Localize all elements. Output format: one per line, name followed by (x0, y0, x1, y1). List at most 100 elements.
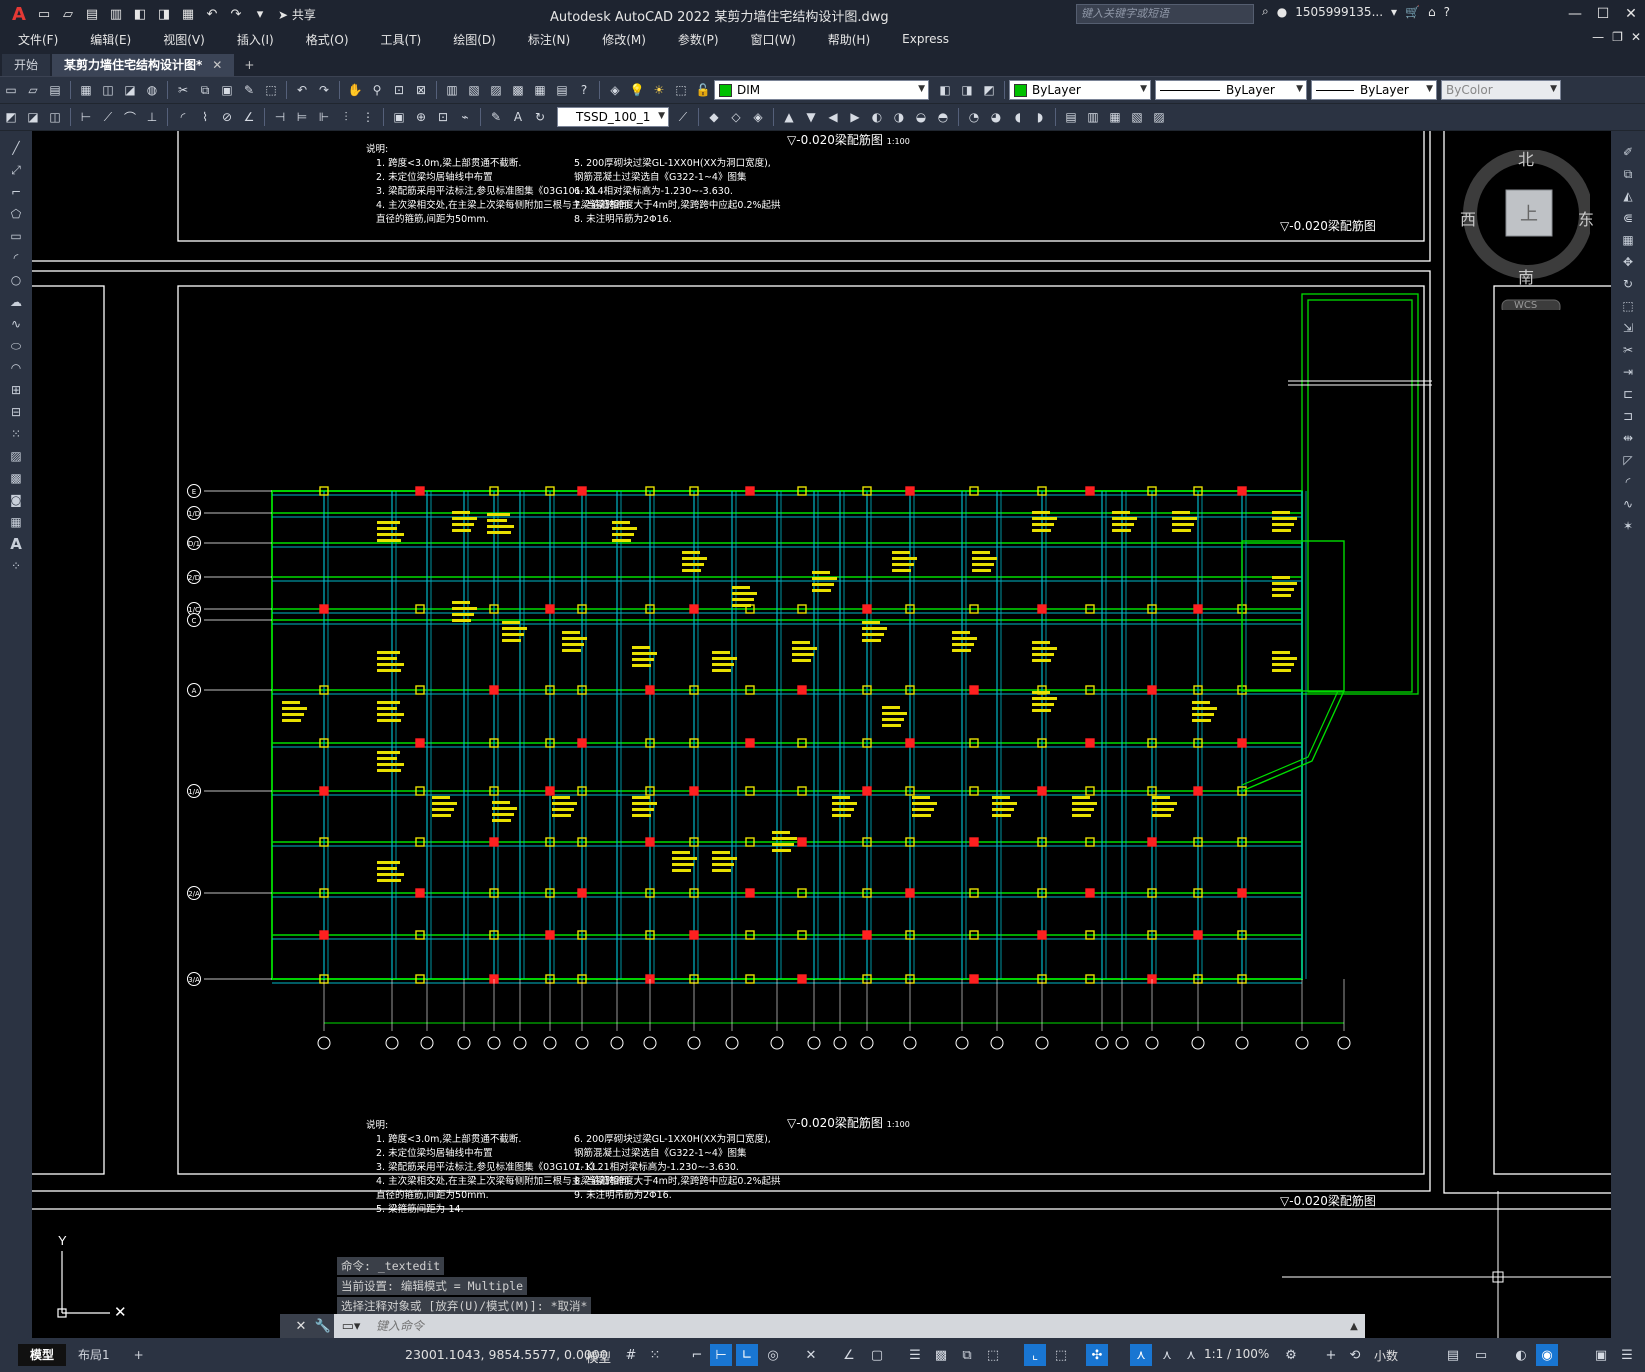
doc-restore-icon[interactable]: ❐ (1612, 30, 1623, 44)
angular-dim-icon[interactable]: ∠ (239, 107, 259, 127)
command-history-arrow-icon[interactable]: ▲ (1343, 1314, 1365, 1338)
ellipse-arc-icon[interactable]: ◠ (6, 359, 26, 377)
publish-icon[interactable]: ◪ (120, 80, 140, 100)
user-dropdown-icon[interactable]: ▾ (1391, 5, 1397, 19)
minimize-icon[interactable]: — (1561, 0, 1589, 28)
viewcube-east[interactable]: 东 (1578, 206, 1594, 230)
layer-on-icon[interactable]: 💡 (627, 80, 647, 100)
plotstyle-dropdown[interactable]: ByColor ▼ (1441, 80, 1561, 100)
help-icon[interactable]: ? (1444, 5, 1450, 19)
region-icon[interactable]: ◙ (6, 491, 26, 509)
dynamic-ucs-icon[interactable]: ⌞ (1024, 1344, 1046, 1366)
linetype-dropdown[interactable]: ByLayer ▼ (1155, 80, 1307, 100)
cut-icon[interactable]: ✂ (173, 80, 193, 100)
viewcube-west[interactable]: 西 (1460, 206, 1476, 230)
tab-layout1[interactable]: 布局1 (66, 1344, 122, 1366)
mesh-tool-icon[interactable]: ▨ (1149, 107, 1169, 127)
otrack-icon[interactable]: ∠ (838, 1344, 860, 1366)
circle-icon[interactable]: ○ (6, 271, 26, 289)
selection-cycling-icon[interactable]: ⧉ (956, 1344, 978, 1366)
viewcube-wcs[interactable]: WCS (1514, 300, 1537, 311)
layer-vp-icon[interactable]: ⬚ (671, 80, 691, 100)
command-input[interactable] (368, 1314, 1343, 1338)
polyline-icon[interactable]: ⌐ (6, 183, 26, 201)
menu-draw[interactable]: 绘图(D) (435, 31, 510, 48)
tab-active-document[interactable]: 某剪力墙住宅结构设计图* ✕ (52, 54, 235, 76)
close-icon[interactable]: ✕ (1617, 0, 1645, 28)
fillet-icon[interactable]: ◜ (1618, 473, 1638, 491)
offset-icon[interactable]: ⋐ (1618, 209, 1638, 227)
3d-osnap-icon[interactable]: ⬚ (982, 1344, 1004, 1366)
dim-break-icon[interactable]: ⋮ (358, 107, 378, 127)
arc-length-icon[interactable]: ⌒ (120, 107, 140, 127)
viewcube-south[interactable]: 南 (1518, 264, 1534, 288)
layer-freeze-icon[interactable]: ☀ (649, 80, 669, 100)
inspection-icon[interactable]: ⊡ (433, 107, 453, 127)
undo-icon[interactable]: ↶ (292, 80, 312, 100)
solid-tool-icon[interactable]: ◓ (933, 107, 953, 127)
solid-tool-icon[interactable]: ▲ (779, 107, 799, 127)
zoom-realtime-icon[interactable]: ⚲ (367, 80, 387, 100)
matchprop-icon[interactable]: ✎ (239, 80, 259, 100)
surface-tool-icon[interactable]: ◕ (986, 107, 1006, 127)
dim-style-icon[interactable]: ⟋ (673, 107, 693, 127)
help-icon[interactable]: ? (574, 80, 594, 100)
solid-tool-icon[interactable]: ▼ (801, 107, 821, 127)
tool-palette-icon[interactable]: ▨ (486, 80, 506, 100)
viewcube-top-face[interactable]: 上 (1520, 200, 1538, 226)
point-icon[interactable]: ⁙ (6, 425, 26, 443)
gizmo-icon[interactable]: ✣ (1086, 1344, 1108, 1366)
tolerance-icon[interactable]: ▣ (389, 107, 409, 127)
table-icon[interactable]: ▦ (6, 513, 26, 531)
solid-tool-icon[interactable]: ◒ (911, 107, 931, 127)
layer-dropdown[interactable]: DIM ▼ (714, 80, 929, 100)
tssd-tool-icon[interactable]: ◫ (45, 107, 65, 127)
auto-scale-icon[interactable]: ⋏ (1156, 1344, 1178, 1366)
add-layout-button[interactable]: + (122, 1344, 156, 1366)
lineweight-icon[interactable]: ☰ (904, 1344, 926, 1366)
maximize-icon[interactable]: ☐ (1589, 0, 1617, 28)
menu-file[interactable]: 文件(F) (0, 31, 72, 48)
dim-space-icon[interactable]: ⫶ (336, 107, 356, 127)
erase-icon[interactable]: ✐ (1618, 143, 1638, 161)
center-mark-icon[interactable]: ⊕ (411, 107, 431, 127)
customize-status-icon[interactable]: ☰ (1616, 1344, 1638, 1366)
chamfer-icon[interactable]: ◸ (1618, 451, 1638, 469)
autocad-logo-icon[interactable]: A (6, 2, 32, 26)
menu-modify[interactable]: 修改(M) (584, 31, 660, 48)
tssd-tool-icon[interactable]: ◪ (23, 107, 43, 127)
rectangle-icon[interactable]: ▭ (6, 227, 26, 245)
dim-edit-icon[interactable]: ✎ (486, 107, 506, 127)
search-input[interactable]: 键入关键字或短语 (1076, 4, 1254, 24)
revcloud-icon[interactable]: ☁ (6, 293, 26, 311)
plot-icon[interactable]: ▦ (76, 80, 96, 100)
preview-icon[interactable]: ◫ (98, 80, 118, 100)
menu-insert[interactable]: 插入(I) (219, 31, 288, 48)
ellipse-icon[interactable]: ⬭ (6, 337, 26, 355)
clean-screen-icon[interactable]: ▣ (1590, 1344, 1612, 1366)
layer-previous-icon[interactable]: ◨ (957, 80, 977, 100)
ortho-icon[interactable]: ∟ (736, 1344, 758, 1366)
hardware-acceleration-icon[interactable]: ◉ (1536, 1344, 1558, 1366)
dim-update-icon[interactable]: ↻ (530, 107, 550, 127)
search-icon[interactable]: ⌕ (1262, 4, 1269, 19)
spline-icon[interactable]: ∿ (6, 315, 26, 333)
mtext-icon[interactable]: A (6, 535, 26, 553)
redo-icon[interactable]: ↷ (226, 4, 246, 24)
new-tab-button[interactable]: + (234, 54, 264, 76)
solid-tool-icon[interactable]: ▶ (845, 107, 865, 127)
solid-tool-icon[interactable]: ◐ (867, 107, 887, 127)
jogged-dim-icon[interactable]: ⌇ (195, 107, 215, 127)
save-icon[interactable]: ▤ (45, 80, 65, 100)
dim-text-edit-icon[interactable]: A (508, 107, 528, 127)
tab-model[interactable]: 模型 (18, 1344, 67, 1366)
menu-format[interactable]: 格式(O) (288, 31, 363, 48)
undo-icon[interactable]: ↶ (202, 4, 222, 24)
annotation-scale-dropdown[interactable]: 1:1 / 100% (1204, 1347, 1269, 1361)
customize-command-icon[interactable]: 🔧 (312, 1314, 334, 1338)
quick-dim-icon[interactable]: ⊣ (270, 107, 290, 127)
diameter-dim-icon[interactable]: ⊘ (217, 107, 237, 127)
annotation-scale-icon[interactable]: ⋏ (1180, 1344, 1202, 1366)
calculator-icon[interactable]: ▤ (552, 80, 572, 100)
isolate-objects-icon[interactable]: ◐ (1510, 1344, 1532, 1366)
